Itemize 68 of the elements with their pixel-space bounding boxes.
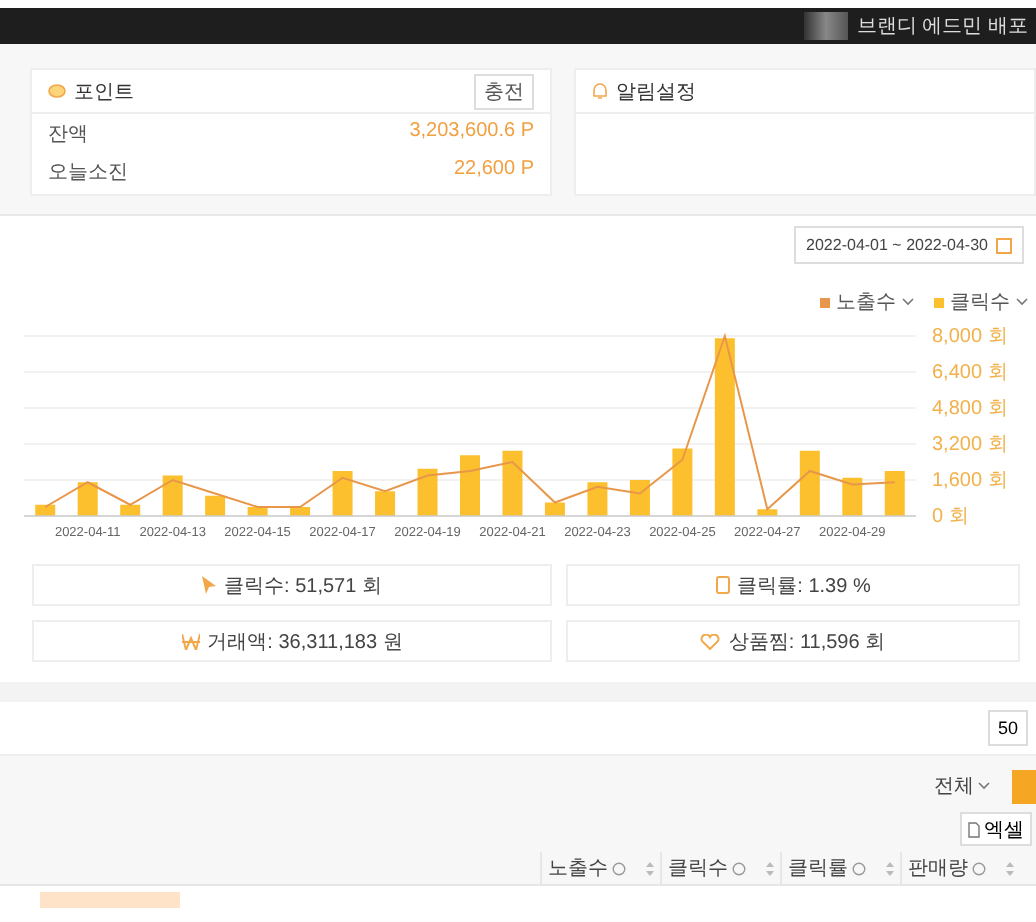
- row-label: 오늘소진: [48, 160, 128, 188]
- date-range-field[interactable]: 2022-04-01 ~ 2022-04-30: [794, 226, 1024, 264]
- user-name: 브랜디 에드민 배포: [856, 14, 1028, 40]
- bar: [35, 504, 56, 516]
- stat-text: 클릭률: 1.39 %: [737, 573, 871, 599]
- document-icon: [715, 576, 730, 594]
- search-button[interactable]: [1012, 769, 1036, 803]
- column-header: 클릭수: [668, 854, 746, 882]
- y-tick-label: 4,800 회: [932, 398, 1008, 420]
- bar: [247, 507, 268, 516]
- bar: [120, 504, 141, 516]
- bar: [629, 480, 650, 516]
- bar: [290, 507, 311, 516]
- won-icon: [181, 633, 200, 649]
- bar: [544, 502, 565, 516]
- row-value: 22,600 P: [453, 158, 534, 184]
- row-value: 3,203,600.6 P: [409, 120, 534, 146]
- bar: [77, 482, 98, 516]
- card-title: 포인트: [74, 79, 136, 105]
- bell-icon: [592, 82, 608, 100]
- charge-button[interactable]: 충전: [474, 73, 534, 109]
- excel-button[interactable]: 엑셀: [960, 812, 1032, 846]
- column-header: 클릭률: [788, 854, 866, 882]
- stat-text: 클릭수: 51,571 회: [224, 573, 382, 599]
- legend-item[interactable]: 클릭수: [934, 288, 1028, 316]
- document-icon: [968, 821, 980, 837]
- info-icon: [972, 861, 986, 875]
- stat-text: 거래액: 36,311,183 원: [207, 629, 403, 655]
- blurred-block: [804, 12, 849, 40]
- filter-dropdown[interactable]: 전체: [922, 770, 1002, 802]
- sort-icon[interactable]: [646, 861, 654, 875]
- bar: [375, 491, 396, 516]
- chevron-down-icon: [1016, 298, 1028, 306]
- bar: [842, 477, 863, 516]
- bar: [460, 455, 480, 516]
- y-tick-label: 6,400 회: [932, 362, 1008, 384]
- y-tick-label: 1,600 회: [932, 470, 1008, 492]
- chevron-down-icon: [978, 782, 990, 790]
- product-thumbnail: [40, 892, 180, 908]
- y-tick-label: 3,200 회: [932, 434, 1008, 456]
- y-tick-label: 0 회: [932, 506, 969, 528]
- card-title: 알림설정: [616, 79, 698, 105]
- y-tick-label: 8,000 회: [932, 326, 1008, 348]
- bar: [332, 471, 353, 516]
- page-size-select[interactable]: 50: [987, 710, 1028, 746]
- info-icon: [612, 861, 626, 875]
- sort-icon[interactable]: [766, 861, 774, 875]
- sort-icon[interactable]: [1006, 861, 1014, 875]
- bar: [672, 448, 693, 516]
- row-label: 잔액: [48, 122, 88, 150]
- bar: [502, 450, 523, 516]
- calendar-icon: [996, 237, 1012, 253]
- info-icon: [852, 861, 866, 875]
- sort-icon[interactable]: [886, 861, 894, 875]
- info-icon: [732, 861, 746, 875]
- stat-text: 상품찜: 11,596 회: [728, 629, 886, 655]
- legend-item[interactable]: 노출수: [820, 288, 914, 316]
- bar: [799, 450, 820, 516]
- heart-icon: [700, 633, 721, 649]
- bar: [884, 471, 905, 516]
- column-header: 판매량: [908, 854, 986, 882]
- bar: [417, 468, 438, 516]
- cursor-icon: [202, 576, 217, 594]
- column-header: 노출수: [548, 854, 626, 882]
- chevron-down-icon: [902, 298, 914, 306]
- bar: [757, 509, 778, 516]
- coin-icon: [48, 84, 66, 98]
- bar: [587, 482, 608, 516]
